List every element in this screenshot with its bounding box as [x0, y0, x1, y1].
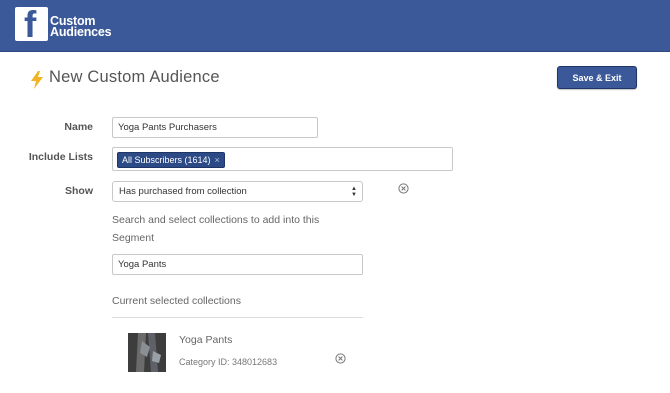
include-lists-field[interactable]: All Subscribers (1614) ×: [112, 147, 453, 171]
include-lists-label: Include Lists: [28, 151, 93, 163]
selected-collections-label: Current selected collections: [112, 295, 241, 307]
app-header: f Custom Audiences: [0, 0, 670, 52]
collection-category-id: Category ID: 348012683: [179, 357, 278, 367]
select-arrows-icon: ▲ ▼: [351, 186, 357, 198]
lightning-bolt-icon: [31, 71, 43, 89]
show-label: Show: [65, 185, 93, 197]
chip-remove-icon[interactable]: ×: [215, 155, 220, 165]
list-chip-label: All Subscribers (1614): [122, 155, 211, 165]
show-select[interactable]: Has purchased from collection ▲ ▼: [112, 181, 363, 202]
divider: [112, 317, 363, 318]
collection-thumbnail: [128, 333, 166, 372]
app-logo-text: Custom Audiences: [50, 15, 112, 39]
logo-line-2: Audiences: [50, 25, 112, 39]
name-label: Name: [64, 121, 93, 133]
logo-letter: f: [24, 7, 37, 41]
name-field[interactable]: Yoga Pants Purchasers: [112, 117, 318, 138]
collection-search-input[interactable]: Yoga Pants: [112, 254, 363, 275]
remove-collection-icon[interactable]: [335, 353, 346, 364]
page-title: New Custom Audience: [49, 68, 220, 86]
show-select-value: Has purchased from collection: [119, 186, 247, 197]
collection-name: Yoga Pants: [179, 334, 233, 346]
page-title-row: New Custom Audience: [30, 66, 220, 89]
remove-filter-icon[interactable]: [398, 183, 409, 194]
save-and-exit-button[interactable]: Save & Exit: [557, 66, 637, 89]
list-chip[interactable]: All Subscribers (1614) ×: [117, 152, 225, 168]
facebook-logo-icon: f: [15, 7, 48, 41]
search-hint: Search and select collections to add int…: [112, 214, 320, 244]
